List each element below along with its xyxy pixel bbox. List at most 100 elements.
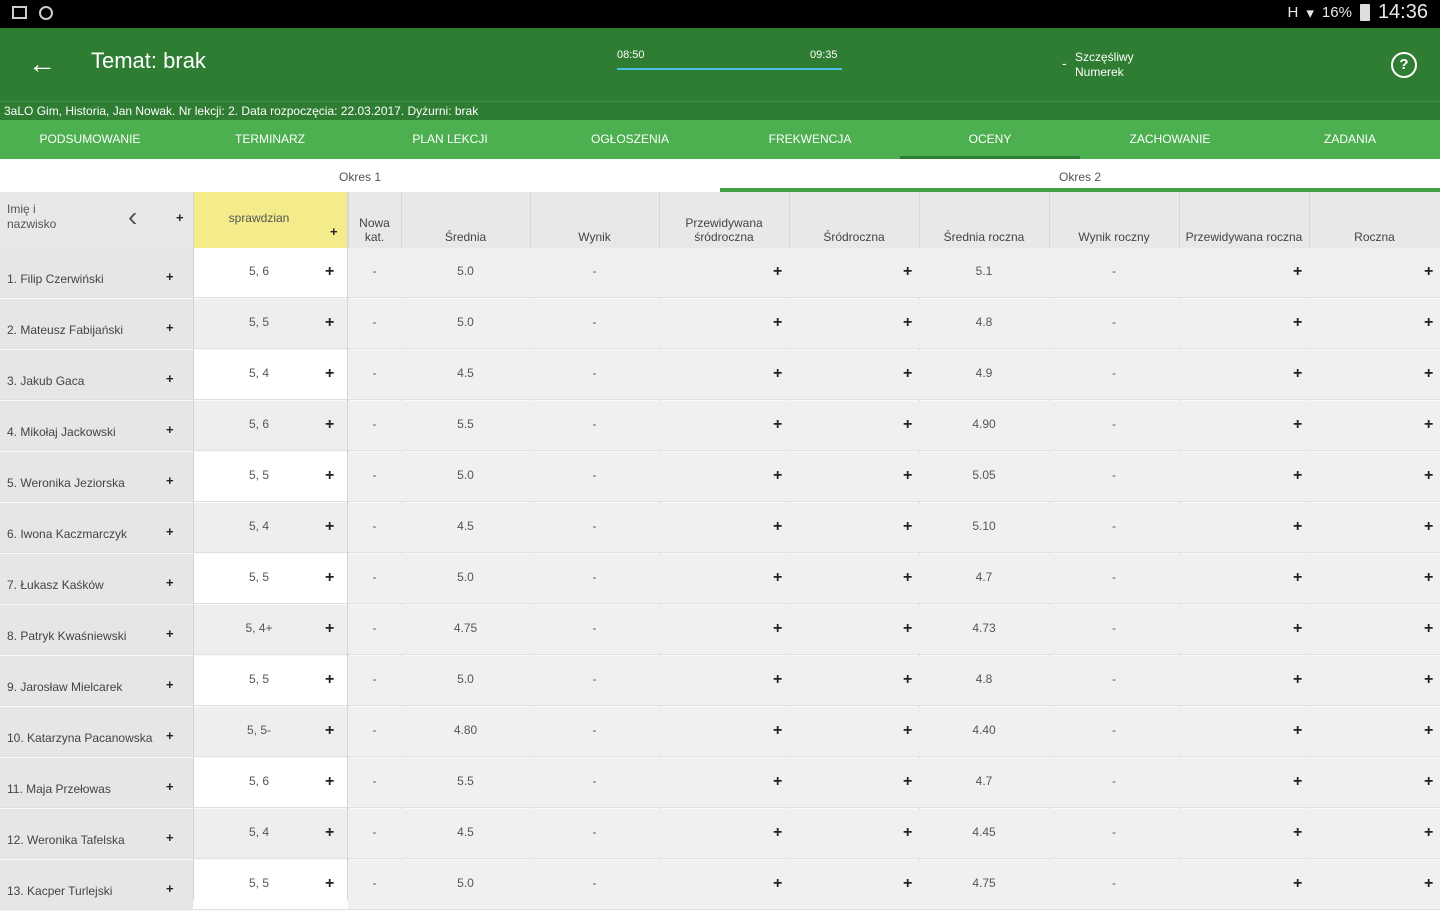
add-note-icon[interactable]: + (166, 779, 174, 795)
cell-przew-sr[interactable]: + (659, 554, 789, 604)
add-grade-icon[interactable]: + (1424, 519, 1433, 535)
add-grade-icon[interactable]: + (1424, 825, 1433, 841)
cell-przew-roczna[interactable]: + (1179, 452, 1309, 502)
cell-przew-sr[interactable]: + (659, 350, 789, 400)
cell-roczna[interactable]: + (1309, 758, 1440, 808)
add-grade-icon[interactable]: + (1293, 519, 1302, 535)
period-tab-1[interactable]: Okres 1 (0, 159, 720, 192)
cell-roczna[interactable]: + (1309, 503, 1440, 553)
add-grade-icon[interactable]: + (1424, 723, 1433, 739)
add-grade-icon[interactable]: + (903, 366, 912, 382)
grades-cell[interactable]: 5, 6 + (194, 401, 347, 451)
cell-przew-sr[interactable]: + (659, 656, 789, 706)
add-note-icon[interactable]: + (166, 473, 174, 489)
add-grade-icon[interactable]: + (1424, 876, 1433, 892)
add-grade-icon[interactable]: + (903, 621, 912, 637)
add-grade-icon[interactable]: + (773, 315, 782, 331)
grades-cell[interactable]: 5, 4 + (194, 809, 347, 859)
grades-cell[interactable]: 5, 5 + (194, 452, 347, 502)
add-note-icon[interactable]: + (166, 269, 174, 285)
add-note-icon[interactable]: + (166, 728, 174, 744)
tab-terminarz[interactable]: TERMINARZ (180, 120, 360, 159)
grades-cell[interactable]: 5, 6 + (194, 248, 347, 298)
add-grade-icon[interactable]: + (1293, 723, 1302, 739)
add-note-icon[interactable]: + (166, 626, 174, 642)
cell-srodroczna[interactable]: + (789, 860, 919, 910)
add-grade-icon[interactable]: + (325, 774, 334, 790)
add-grade-icon[interactable]: + (1293, 570, 1302, 586)
add-grade-icon[interactable]: + (903, 468, 912, 484)
cell-przew-sr[interactable]: + (659, 248, 789, 298)
add-grade-icon[interactable]: + (773, 570, 782, 586)
add-grade-icon[interactable]: + (325, 315, 334, 331)
cell-roczna[interactable]: + (1309, 605, 1440, 655)
add-grade-icon[interactable]: + (1293, 468, 1302, 484)
grades-cell[interactable]: 5, 5 + (194, 554, 347, 604)
add-grade-icon[interactable]: + (1293, 417, 1302, 433)
cell-srodroczna[interactable]: + (789, 656, 919, 706)
add-grade-icon[interactable]: + (325, 621, 334, 637)
cell-roczna[interactable]: + (1309, 299, 1440, 349)
cell-przew-roczna[interactable]: + (1179, 248, 1309, 298)
add-grade-icon[interactable]: + (1424, 774, 1433, 790)
cell-przew-roczna[interactable]: + (1179, 350, 1309, 400)
cell-roczna[interactable]: + (1309, 452, 1440, 502)
add-note-icon[interactable]: + (166, 422, 174, 438)
add-grade-icon[interactable]: + (1293, 264, 1302, 280)
add-grade-icon[interactable]: + (773, 417, 782, 433)
cell-roczna[interactable]: + (1309, 248, 1440, 298)
cell-przew-sr[interactable]: + (659, 860, 789, 910)
add-grade-icon[interactable]: + (1293, 621, 1302, 637)
tab-ogłoszenia[interactable]: OGŁOSZENIA (540, 120, 720, 159)
cell-przew-sr[interactable]: + (659, 605, 789, 655)
add-grade-icon[interactable]: + (1424, 468, 1433, 484)
grades-cell[interactable]: 5, 4 + (194, 350, 347, 400)
cell-srodroczna[interactable]: + (789, 605, 919, 655)
cell-srodroczna[interactable]: + (789, 554, 919, 604)
add-grade-icon[interactable]: + (325, 672, 334, 688)
add-note-icon[interactable]: + (166, 524, 174, 540)
cell-przew-roczna[interactable]: + (1179, 605, 1309, 655)
add-grade-icon[interactable]: + (903, 672, 912, 688)
add-grade-icon[interactable]: + (1424, 621, 1433, 637)
add-note-icon[interactable]: + (166, 320, 174, 336)
add-grade-icon[interactable]: + (1424, 417, 1433, 433)
grades-cell[interactable]: 5, 5 + (194, 656, 347, 706)
add-grade-icon[interactable]: + (903, 876, 912, 892)
cell-srodroczna[interactable]: + (789, 248, 919, 298)
grades-cell[interactable]: 5, 6 + (194, 758, 347, 808)
add-grade-icon[interactable]: + (903, 417, 912, 433)
grades-cell[interactable]: 5, 4 + (194, 503, 347, 553)
add-note-icon[interactable]: + (166, 371, 174, 387)
cell-srodroczna[interactable]: + (789, 809, 919, 859)
cell-przew-sr[interactable]: + (659, 452, 789, 502)
add-grade-icon[interactable]: + (773, 774, 782, 790)
cell-srodroczna[interactable]: + (789, 452, 919, 502)
add-grade-icon[interactable]: + (1293, 315, 1302, 331)
add-grade-icon[interactable]: + (1293, 672, 1302, 688)
add-grade-icon[interactable]: + (1293, 774, 1302, 790)
add-grade-icon[interactable]: + (1424, 570, 1433, 586)
cell-przew-roczna[interactable]: + (1179, 299, 1309, 349)
tab-frekwencja[interactable]: FREKWENCJA (720, 120, 900, 159)
cell-przew-sr[interactable]: + (659, 299, 789, 349)
add-grade-icon[interactable]: + (773, 264, 782, 280)
add-note-icon[interactable]: + (166, 830, 174, 846)
cell-przew-roczna[interactable]: + (1179, 707, 1309, 757)
cell-roczna[interactable]: + (1309, 860, 1440, 910)
add-grade-icon[interactable]: + (1424, 264, 1433, 280)
add-grade-icon[interactable]: + (1424, 366, 1433, 382)
add-grade-icon[interactable]: + (903, 570, 912, 586)
tab-plan-lekcji[interactable]: PLAN LEKCJI (360, 120, 540, 159)
cell-srodroczna[interactable]: + (789, 401, 919, 451)
add-grade-icon[interactable]: + (1293, 825, 1302, 841)
grades-cell[interactable]: 5, 5 + (194, 299, 347, 349)
add-grade-icon[interactable]: + (903, 315, 912, 331)
add-grade-icon[interactable]: + (325, 417, 334, 433)
cell-przew-roczna[interactable]: + (1179, 809, 1309, 859)
cell-przew-roczna[interactable]: + (1179, 758, 1309, 808)
add-note-icon[interactable]: + (166, 575, 174, 591)
cell-roczna[interactable]: + (1309, 401, 1440, 451)
cell-przew-sr[interactable]: + (659, 503, 789, 553)
add-grade-icon[interactable]: + (325, 468, 334, 484)
